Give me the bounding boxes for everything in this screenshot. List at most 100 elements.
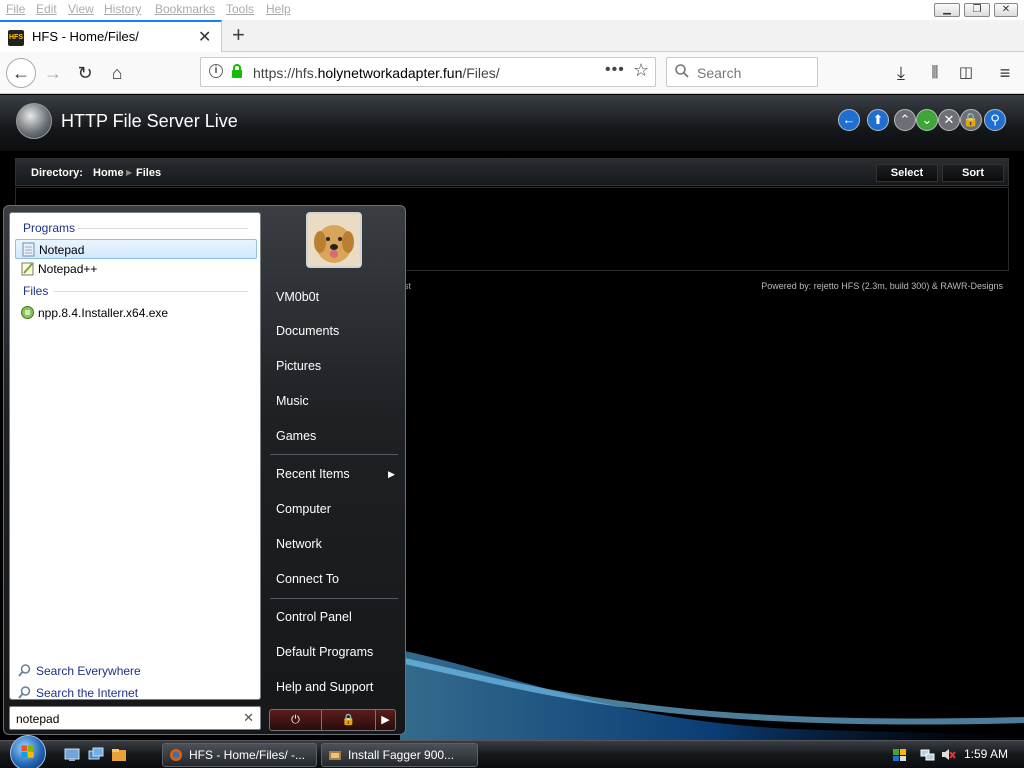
search-everywhere-icon (18, 664, 31, 677)
result-label: Notepad++ (38, 262, 98, 276)
user-avatar[interactable] (306, 212, 362, 268)
nav-toolbar: ← → ↻ ⌂ i https://hfs.holynetworkadapter… (0, 52, 1024, 94)
start-search-input[interactable]: notepad ✕ (9, 706, 261, 730)
downloads-icon[interactable]: ⤓ (888, 60, 914, 86)
back-arrow-icon[interactable]: ← (6, 58, 36, 88)
result-npp-installer[interactable]: npp.8.4.Installer.x64.exe (15, 303, 257, 323)
installer-icon (21, 306, 34, 319)
lock-icon[interactable]: 🔒 (322, 710, 376, 730)
search-icon[interactable]: ⚲ (984, 109, 1006, 131)
divider (78, 228, 248, 229)
breadcrumb-home[interactable]: Home (93, 167, 124, 179)
sort-button[interactable]: Sort (942, 164, 1004, 182)
menu-edit[interactable]: Edit (36, 2, 57, 16)
search-input[interactable]: Search (666, 57, 818, 87)
close-tab-icon[interactable]: ✕ (198, 27, 211, 47)
clear-search-icon[interactable]: ✕ (243, 710, 254, 726)
divider (270, 598, 398, 599)
menu-history[interactable]: History (104, 2, 141, 16)
power-controls: ⏻ 🔒 ▶ (269, 709, 396, 731)
power-icon[interactable]: ⏻ (270, 710, 322, 730)
clock[interactable]: 1:59 AM (964, 747, 1008, 761)
notepadpp-icon (21, 262, 34, 276)
menu-bar: File Edit View History Bookmarks Tools H… (0, 0, 1024, 20)
menu-help[interactable]: Help (266, 2, 291, 16)
menu-network[interactable]: Network (276, 537, 322, 551)
taskbar-button-label: HFS - Home/Files/ -... (189, 748, 306, 762)
page-info-icon[interactable]: i (209, 64, 223, 78)
reload-icon[interactable]: ↻ (72, 60, 98, 86)
taskbar-button-hfs[interactable]: HFS - Home/Files/ -... (162, 743, 317, 767)
menu-control-panel[interactable]: Control Panel (276, 610, 352, 624)
breadcrumb-separator-icon: ▶ (126, 168, 133, 177)
notepad-icon (22, 242, 35, 257)
menu-recent-items[interactable]: Recent Items (276, 467, 350, 481)
search-everywhere-link[interactable]: Search Everywhere (36, 664, 141, 678)
menu-bookmarks[interactable]: Bookmarks (155, 2, 215, 16)
result-label: npp.8.4.Installer.x64.exe (38, 306, 169, 320)
lock-icon (232, 64, 242, 78)
search-placeholder: Search (697, 65, 742, 81)
result-notepadpp[interactable]: Notepad++ (15, 259, 257, 279)
tab-hfs[interactable]: HFS HFS - Home/Files/ ✕ (0, 20, 222, 52)
tray-app-icon[interactable] (892, 747, 908, 762)
address-bar[interactable]: i https://hfs.holynetworkadapter.fun/Fil… (200, 57, 656, 87)
files-header: Files (23, 284, 49, 298)
menu-file[interactable]: File (6, 2, 25, 16)
collapse-icon[interactable]: ⌃ (894, 109, 916, 131)
menu-default-programs[interactable]: Default Programs (276, 645, 373, 659)
divider (270, 454, 398, 455)
volume-muted-icon[interactable] (940, 747, 956, 762)
installer-icon (329, 751, 341, 760)
hfs-favicon-icon: HFS (8, 30, 24, 46)
start-orb-icon[interactable] (10, 735, 46, 768)
search-internet-link[interactable]: Search the Internet (36, 686, 138, 700)
hfs-logo-icon (16, 103, 52, 139)
explorer-icon[interactable] (111, 747, 127, 762)
back-icon[interactable]: ← (838, 109, 860, 131)
library-icon[interactable]: ⫼ (922, 60, 948, 86)
new-tab-icon[interactable]: + (232, 22, 245, 48)
menu-pictures[interactable]: Pictures (276, 359, 321, 373)
select-button[interactable]: Select (876, 164, 938, 182)
start-menu-results: Programs Notepad Notepad++ Files npp.8.4… (9, 212, 261, 700)
dog-picture-icon (308, 214, 360, 266)
delete-icon[interactable]: ✕ (938, 109, 960, 131)
user-name-link[interactable]: VM0b0t (276, 290, 319, 304)
menu-help-support[interactable]: Help and Support (276, 680, 373, 694)
switch-windows-icon[interactable] (88, 747, 104, 762)
result-label: Notepad (39, 243, 85, 257)
bookmark-star-icon[interactable]: ☆ (633, 60, 649, 81)
home-icon[interactable]: ⌂ (104, 60, 130, 86)
directory-label: Directory: (31, 167, 83, 179)
network-icon[interactable] (920, 747, 936, 762)
up-folder-icon[interactable]: ⬆ (867, 109, 889, 131)
minimize-button[interactable]: ▁ (934, 3, 960, 17)
search-internet-icon (18, 686, 31, 699)
login-lock-icon[interactable]: 🔒 (960, 109, 982, 131)
menu-tools[interactable]: Tools (226, 2, 254, 16)
tab-strip: HFS HFS - Home/Files/ ✕ + (0, 20, 1024, 52)
page-title: HTTP File Server Live (61, 111, 238, 131)
submenu-arrow-icon: ▶ (388, 469, 395, 479)
menu-connect-to[interactable]: Connect To (276, 572, 339, 586)
menu-computer[interactable]: Computer (276, 502, 331, 516)
search-icon (675, 64, 689, 78)
shutdown-options-arrow-icon[interactable]: ▶ (376, 710, 395, 730)
page-actions-icon[interactable]: ••• (605, 61, 625, 79)
forward-arrow-icon[interactable]: → (40, 60, 66, 86)
menu-games[interactable]: Games (276, 429, 316, 443)
result-notepad[interactable]: Notepad (15, 239, 257, 259)
windows-logo-icon (21, 745, 34, 758)
hamburger-menu-icon[interactable]: ≡ (992, 60, 1018, 86)
taskbar-button-installer[interactable]: Install Fagger 900... (321, 743, 478, 767)
sidebar-icon[interactable]: ◫ (953, 60, 979, 86)
menu-music[interactable]: Music (276, 394, 309, 408)
menu-view[interactable]: View (68, 2, 94, 16)
restore-button[interactable]: ❐ (964, 3, 990, 17)
close-window-button[interactable]: ✕ (994, 3, 1018, 17)
expand-icon[interactable]: ⌄ (916, 109, 938, 131)
breadcrumb-files[interactable]: Files (136, 167, 161, 179)
show-desktop-icon[interactable] (64, 747, 80, 762)
menu-documents[interactable]: Documents (276, 324, 339, 338)
